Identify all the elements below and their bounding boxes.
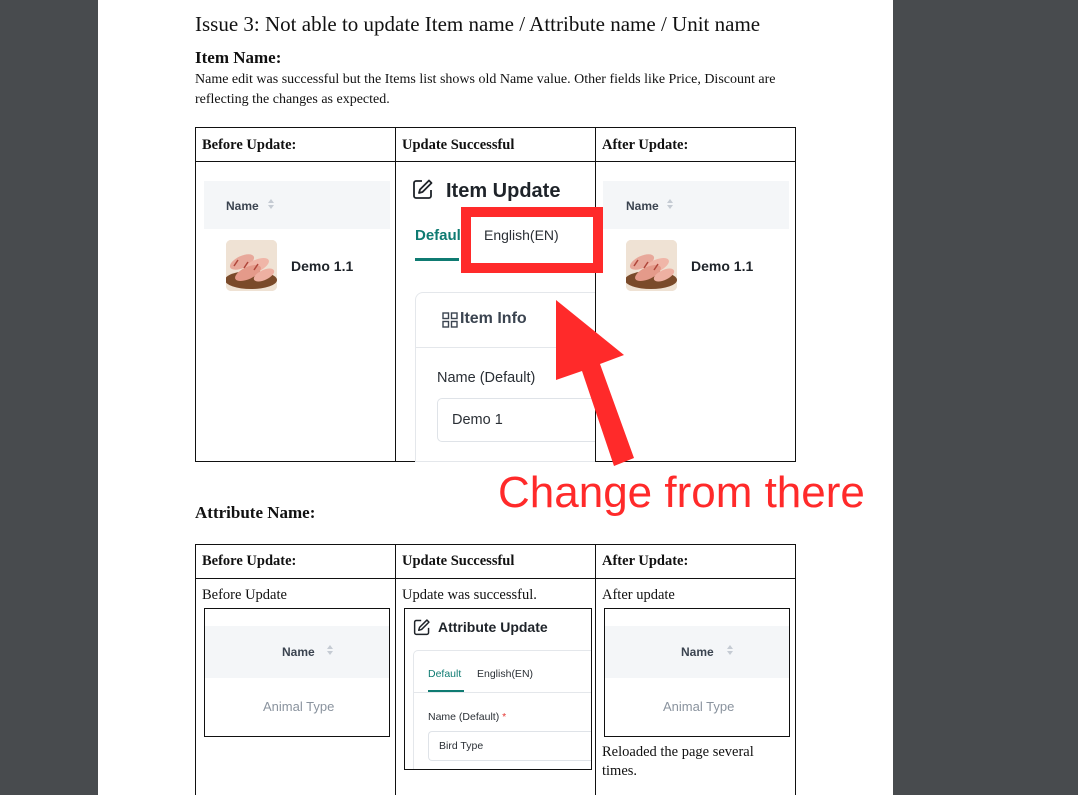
- name-column-header[interactable]: Name: [681, 645, 714, 659]
- update-note: Update was successful.: [402, 587, 537, 603]
- tab-default[interactable]: Defaul: [415, 227, 461, 244]
- red-arrow-icon: [556, 300, 634, 466]
- grid-icon: [442, 312, 458, 328]
- issue-title: Issue 3: Not able to update Item name / …: [195, 12, 761, 36]
- before-note: Before Update: [202, 587, 287, 603]
- name-column-header[interactable]: Name: [282, 645, 315, 659]
- name-default-label-text: Name (Default): [428, 711, 500, 723]
- required-mark: *: [502, 711, 507, 723]
- table-header-update: Update Successful: [402, 553, 515, 569]
- food-thumbnail-image: [226, 240, 277, 291]
- sort-icon[interactable]: [726, 645, 734, 657]
- item-name-cell[interactable]: Demo 1.1: [291, 258, 353, 274]
- item-name-cell[interactable]: Demo 1.1: [691, 258, 753, 274]
- item-info-title: Item Info: [460, 310, 527, 327]
- attribute-name-heading: Attribute Name:: [195, 503, 316, 522]
- after-note: After update: [602, 587, 675, 603]
- active-tab-indicator: [415, 258, 459, 261]
- tab-default[interactable]: Default: [428, 668, 461, 680]
- edit-icon: [412, 178, 434, 200]
- name-column-header[interactable]: Name: [626, 199, 659, 213]
- name-column-header[interactable]: Name: [226, 199, 259, 213]
- attribute-name-cell[interactable]: Animal Type: [663, 699, 734, 714]
- item-name-heading: Item Name:: [195, 48, 282, 67]
- tab-english[interactable]: English(EN): [484, 227, 559, 243]
- name-default-value: Demo 1: [452, 412, 503, 428]
- tab-english[interactable]: English(EN): [477, 668, 533, 680]
- table-divider: [395, 544, 396, 795]
- annotation-text: Change from there: [498, 468, 865, 517]
- table-divider: [395, 127, 396, 462]
- table-header-after: After Update:: [602, 137, 689, 153]
- food-thumbnail-image: [626, 240, 677, 291]
- tab-divider: [414, 692, 591, 693]
- table-header-update: Update Successful: [402, 137, 515, 153]
- attribute-name-cell[interactable]: Animal Type: [263, 699, 334, 714]
- document-page: Issue 3: Not able to update Item name / …: [98, 0, 893, 795]
- name-default-value: Bird Type: [439, 740, 484, 752]
- edit-icon: [413, 618, 431, 636]
- table-header-after: After Update:: [602, 553, 689, 569]
- sort-icon[interactable]: [326, 645, 334, 657]
- table-header-before: Before Update:: [202, 553, 297, 569]
- name-default-label: Name (Default) *: [428, 711, 506, 723]
- table-header-before: Before Update:: [202, 137, 297, 153]
- item-description: Name edit was successful but the Items l…: [195, 72, 776, 107]
- item-update-title: Item Update: [446, 180, 561, 202]
- attribute-update-title: Attribute Update: [438, 619, 548, 635]
- name-default-label: Name (Default): [437, 370, 536, 386]
- table-divider: [195, 161, 796, 162]
- table-divider: [195, 578, 796, 579]
- table-divider: [595, 544, 596, 795]
- sort-icon[interactable]: [666, 199, 674, 211]
- sort-icon[interactable]: [267, 199, 275, 211]
- update-screenshot-frame: Attribute Update Default English(EN) Nam…: [404, 608, 592, 770]
- after-footnote: Reloaded the page several times.: [602, 744, 754, 779]
